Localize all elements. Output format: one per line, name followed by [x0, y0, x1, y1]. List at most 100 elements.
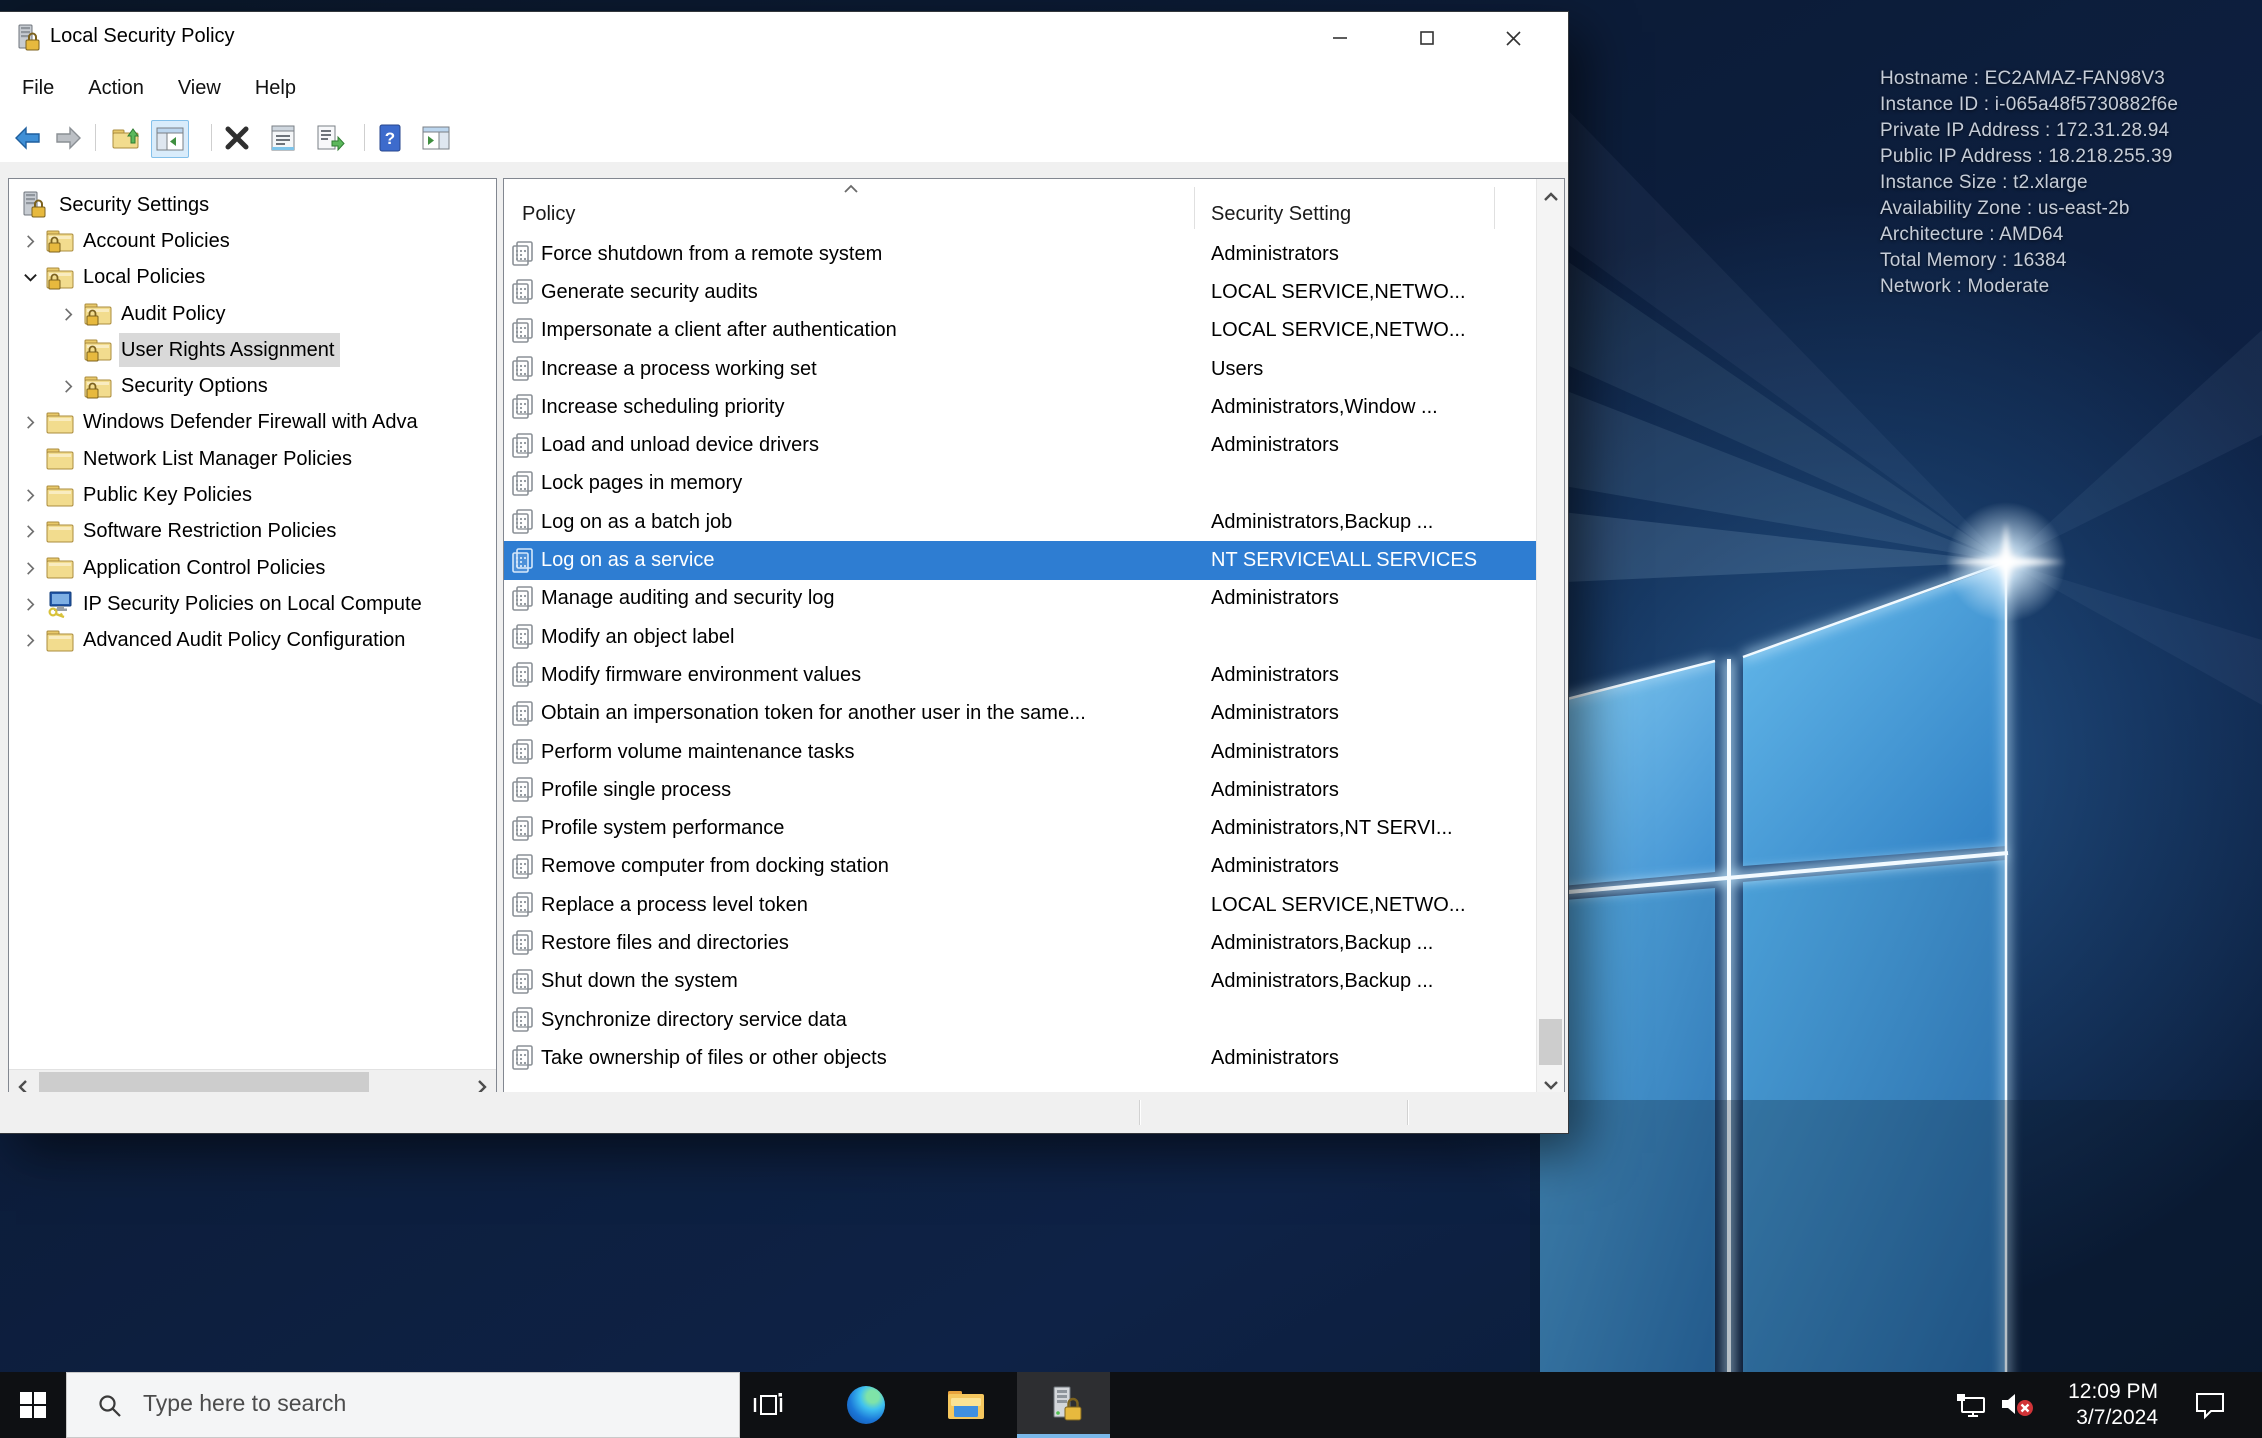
- policy-row[interactable]: Modify an object label: [504, 618, 1536, 656]
- file-explorer-button[interactable]: [941, 1372, 991, 1438]
- task-view-button[interactable]: [744, 1372, 792, 1438]
- tree-item[interactable]: Account Policies: [9, 223, 496, 259]
- menu-action[interactable]: Action: [71, 77, 161, 100]
- tree-item[interactable]: Security Settings: [9, 187, 496, 223]
- tree-item[interactable]: Software Restriction Policies: [9, 514, 496, 550]
- forward-button[interactable]: [50, 120, 86, 156]
- policy-name: Replace a process level token: [541, 893, 808, 916]
- tree-item[interactable]: User Rights Assignment: [9, 332, 496, 368]
- policy-row[interactable]: Impersonate a client after authenticatio…: [504, 312, 1536, 350]
- tree-item[interactable]: Audit Policy: [9, 296, 496, 332]
- column-divider[interactable]: [1194, 187, 1195, 229]
- tree-item-icon: [45, 627, 77, 655]
- policy-row[interactable]: Replace a process level token LOCAL SERV…: [504, 886, 1536, 924]
- list-vertical-scrollbar[interactable]: [1536, 179, 1564, 1103]
- policy-row[interactable]: Synchronize directory service data: [504, 1001, 1536, 1039]
- policy-security-setting: Administrators,NT SERVI...: [1211, 817, 1453, 840]
- up-level-button[interactable]: [108, 120, 144, 156]
- chevron-expander-icon[interactable]: [23, 488, 45, 503]
- chevron-expander-icon[interactable]: [61, 379, 83, 394]
- tree-item[interactable]: Network List Manager Policies: [9, 441, 496, 477]
- edge-browser-button[interactable]: [841, 1372, 891, 1438]
- scroll-up-arrow-icon[interactable]: [1537, 181, 1564, 213]
- policy-row[interactable]: Profile system performance Administrator…: [504, 809, 1536, 847]
- policy-document-icon: [511, 432, 541, 460]
- policy-row[interactable]: Restore files and directories Administra…: [504, 924, 1536, 962]
- menu-file[interactable]: File: [0, 77, 71, 100]
- policy-row[interactable]: Perform volume maintenance tasks Adminis…: [504, 733, 1536, 771]
- chevron-expander-icon[interactable]: [23, 270, 45, 285]
- menu-view[interactable]: View: [161, 77, 238, 100]
- local-security-policy-icon: [18, 24, 40, 51]
- tree-item[interactable]: Public Key Policies: [9, 477, 496, 513]
- scrollbar-thumb[interactable]: [1539, 1019, 1562, 1065]
- start-button[interactable]: [0, 1372, 66, 1438]
- policy-row[interactable]: Log on as a service NT SERVICE\ALL SERVI…: [504, 541, 1536, 580]
- chevron-expander-icon[interactable]: [23, 561, 45, 576]
- policy-security-setting: Administrators,Window ...: [1211, 395, 1438, 418]
- export-list-button[interactable]: [312, 120, 348, 156]
- action-center-button[interactable]: [2186, 1372, 2234, 1438]
- taskbar-search[interactable]: Type here to search: [66, 1372, 740, 1438]
- policy-row[interactable]: Increase a process working set Users: [504, 350, 1536, 388]
- policy-security-setting: Administrators: [1211, 434, 1339, 457]
- policy-document-icon: [511, 278, 541, 306]
- tree-item[interactable]: Local Policies: [9, 260, 496, 296]
- tree-item-label: Local Policies: [83, 266, 206, 289]
- policy-row[interactable]: Log on as a batch job Administrators,Bac…: [504, 503, 1536, 541]
- back-button[interactable]: [10, 120, 46, 156]
- tree-item[interactable]: Application Control Policies: [9, 550, 496, 586]
- policy-row[interactable]: Force shutdown from a remote system Admi…: [504, 235, 1536, 273]
- help-button[interactable]: ?: [372, 120, 408, 156]
- column-header-security-setting[interactable]: Security Setting: [1211, 203, 1351, 226]
- properties-button[interactable]: [265, 120, 301, 156]
- policy-row[interactable]: Obtain an impersonation token for anothe…: [504, 695, 1536, 733]
- tree-item[interactable]: IP Security Policies on Local Compute: [9, 586, 496, 622]
- minimize-button[interactable]: [1309, 17, 1371, 59]
- column-divider[interactable]: [1494, 187, 1495, 229]
- tree-item[interactable]: Advanced Audit Policy Configuration: [9, 623, 496, 659]
- policy-row[interactable]: Profile single process Administrators: [504, 771, 1536, 809]
- tree-item[interactable]: Security Options: [9, 368, 496, 404]
- policy-row[interactable]: Remove computer from docking station Adm…: [504, 848, 1536, 886]
- policy-row[interactable]: Load and unload device drivers Administr…: [504, 426, 1536, 464]
- menu-help[interactable]: Help: [238, 77, 313, 100]
- close-button[interactable]: [1482, 17, 1544, 59]
- maximize-button[interactable]: [1396, 17, 1458, 59]
- policy-row[interactable]: Modify firmware environment values Admin…: [504, 656, 1536, 694]
- chevron-expander-icon[interactable]: [23, 234, 45, 249]
- volume-muted-button[interactable]: [1996, 1372, 2040, 1438]
- show-action-pane-button[interactable]: [418, 120, 454, 156]
- policy-name: Lock pages in memory: [541, 472, 743, 495]
- policy-row[interactable]: Lock pages in memory: [504, 465, 1536, 503]
- chevron-expander-icon[interactable]: [61, 307, 83, 322]
- tree-item[interactable]: Windows Defender Firewall with Adva: [9, 405, 496, 441]
- local-security-policy-taskbar-button[interactable]: [1017, 1372, 1110, 1438]
- policy-document-icon: [511, 738, 541, 766]
- forward-arrow-icon: [56, 126, 81, 150]
- taskbar-clock[interactable]: 12:09 PM 3/7/2024: [2045, 1372, 2158, 1438]
- delete-button[interactable]: [219, 120, 255, 156]
- network-status-button[interactable]: [1952, 1372, 1992, 1438]
- chevron-expander-icon[interactable]: [23, 415, 45, 430]
- title-bar[interactable]: Local Security Policy: [0, 12, 1568, 64]
- toolbar-separator: [211, 124, 212, 151]
- policy-security-setting: Administrators: [1211, 587, 1339, 610]
- policy-row[interactable]: Generate security audits LOCAL SERVICE,N…: [504, 273, 1536, 311]
- tree-item-selection: Windows Defender Firewall with Adva: [81, 406, 424, 440]
- properties-icon: [271, 125, 295, 151]
- policy-row[interactable]: Increase scheduling priority Administrat…: [504, 388, 1536, 426]
- tree-item-selection: User Rights Assignment: [119, 333, 341, 368]
- policy-row[interactable]: Take ownership of files or other objects…: [504, 1039, 1536, 1077]
- show-hide-console-tree-button[interactable]: [151, 120, 189, 158]
- policy-name: Synchronize directory service data: [541, 1008, 847, 1031]
- policy-row[interactable]: Manage auditing and security log Adminis…: [504, 580, 1536, 618]
- ec2-info-line: Total Memory : 16384: [1880, 250, 2067, 271]
- chevron-expander-icon[interactable]: [23, 597, 45, 612]
- policy-document-icon: [511, 968, 541, 996]
- search-input[interactable]: Type here to search: [143, 1390, 346, 1417]
- policy-row[interactable]: Shut down the system Administrators,Back…: [504, 963, 1536, 1001]
- column-header-policy[interactable]: Policy: [522, 203, 575, 226]
- chevron-expander-icon[interactable]: [23, 524, 45, 539]
- chevron-expander-icon[interactable]: [23, 633, 45, 648]
